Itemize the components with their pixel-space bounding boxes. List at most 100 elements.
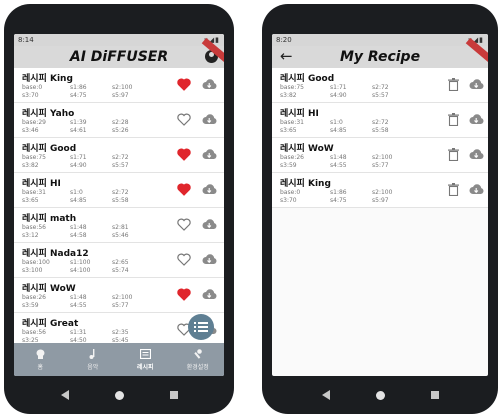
system-recents-icon[interactable] <box>430 391 439 399</box>
recipe-list-item[interactable]: 레시피 Good base:75 s1:71 s2:72 s3:82 s4:90 s5:57 <box>272 68 488 103</box>
heart-outline-icon[interactable] <box>177 218 191 231</box>
value-s5: s5:74 <box>112 267 129 274</box>
value-base: base:31 <box>22 189 46 196</box>
status-time: 8:14 <box>18 36 34 44</box>
trash-icon[interactable] <box>448 113 459 126</box>
recipe-list-item[interactable]: 레시피 Nada12 base:100 s1:100 s2:65 s3:100 s4:10… <box>14 243 224 278</box>
heart-filled-icon[interactable] <box>177 78 191 91</box>
value-s3: s3:65 <box>22 197 39 204</box>
nav-tab-home[interactable]: 홈 <box>14 343 67 376</box>
cloud-download-icon[interactable] <box>201 149 217 160</box>
value-s3: s3:12 <box>22 232 39 239</box>
recipe-name: 레시피 King <box>22 74 73 84</box>
app-title: My Recipe <box>339 49 421 65</box>
nav-label-music: 음악 <box>87 363 99 371</box>
system-home-icon[interactable] <box>375 390 385 400</box>
cloud-download-icon[interactable] <box>201 184 217 195</box>
system-back-icon[interactable] <box>60 390 69 400</box>
recipe-list: 레시피 King base:0 s1:86 s2:100 s3:70 s4:75 s5:97… <box>14 68 224 348</box>
app-bar: ← My Recipe <box>272 37 488 68</box>
heart-filled-icon[interactable] <box>177 288 191 301</box>
cloud-download-icon[interactable] <box>468 114 484 125</box>
list-icon <box>194 322 208 332</box>
cloud-download-icon[interactable] <box>201 289 217 300</box>
value-s5: s5:58 <box>372 127 389 134</box>
trash-icon[interactable] <box>448 148 459 161</box>
cloud-download-icon[interactable] <box>201 219 217 230</box>
recipe-list-screen: 8:14 ▾◢▮ AI DiFFUSER 레시피 King base:0 s1:86… <box>14 34 224 376</box>
value-s1: s1:86 <box>330 189 347 196</box>
value-s3: s3:82 <box>280 92 297 99</box>
value-s2: s2:65 <box>112 259 129 266</box>
heart-outline-icon[interactable] <box>177 113 191 126</box>
recipe-list-item[interactable]: 레시피 King base:0 s1:86 s2:100 s3:70 s4:75 s5:97 <box>14 68 224 103</box>
value-s2: s2:72 <box>372 119 389 126</box>
value-s3: s3:65 <box>280 127 297 134</box>
nav-tab-recipe[interactable]: 레시피 <box>119 343 172 376</box>
cloud-download-icon[interactable] <box>468 149 484 160</box>
value-base: base:56 <box>22 224 46 231</box>
recipe-list-item[interactable]: 레시피 HI base:31 s1:0 s2:72 s3:65 s4:85 s5:58 <box>272 103 488 138</box>
heart-outline-icon[interactable] <box>177 253 191 266</box>
trash-icon[interactable] <box>448 183 459 196</box>
system-back-icon[interactable] <box>321 390 330 400</box>
value-s5: s5:26 <box>112 127 129 134</box>
system-recents-icon[interactable] <box>169 391 178 399</box>
recipe-list-item[interactable]: 레시피 WoW base:26 s1:48 s2:100 s3:59 s4:55 s5:77 <box>272 138 488 173</box>
home-icon <box>36 349 45 359</box>
my-recipe-list: 레시피 Good base:75 s1:71 s2:72 s3:82 s4:90 s5:57… <box>272 68 488 208</box>
app-bar: AI DiFFUSER <box>14 37 224 68</box>
nav-tab-music[interactable]: 음악 <box>67 343 120 376</box>
value-s1: s1:48 <box>330 154 347 161</box>
value-s2: s2:100 <box>372 189 393 196</box>
value-s2: s2:81 <box>112 224 129 231</box>
value-s5: s5:58 <box>112 197 129 204</box>
phone-left: 8:14 ▾◢▮ AI DiFFUSER 레시피 King base:0 s1:86… <box>4 4 234 414</box>
cloud-download-icon[interactable] <box>201 79 217 90</box>
value-s4: s4:90 <box>330 92 347 99</box>
value-s1: s1:100 <box>70 259 91 266</box>
nav-tab-settings[interactable]: 환경설정 <box>172 343 225 376</box>
nav-label-settings: 환경설정 <box>186 363 209 371</box>
system-nav-bar <box>4 384 234 406</box>
cloud-download-icon[interactable] <box>201 254 217 265</box>
value-s4: s4:55 <box>330 162 347 169</box>
back-arrow-icon[interactable]: ← <box>280 47 293 65</box>
recipe-name: 레시피 HI <box>22 179 61 189</box>
value-s4: s4:61 <box>70 127 87 134</box>
value-s3: s3:100 <box>22 267 43 274</box>
heart-filled-icon[interactable] <box>177 183 191 196</box>
nav-label-home: 홈 <box>37 363 44 371</box>
bottom-nav: 홈 음악 레시피 환경설정 <box>14 343 224 376</box>
cloud-download-icon[interactable] <box>201 114 217 125</box>
recipe-name: 레시피 HI <box>280 109 319 119</box>
value-s4: s4:55 <box>70 302 87 309</box>
value-base: base:56 <box>22 329 46 336</box>
recipe-list-item[interactable]: 레시피 HI base:31 s1:0 s2:72 s3:65 s4:85 s5:58 <box>14 173 224 208</box>
value-s5: s5:57 <box>112 162 129 169</box>
recipe-list-item[interactable]: 레시피 math base:56 s1:48 s2:81 s3:12 s4:58 s5:46 <box>14 208 224 243</box>
cloud-download-icon[interactable] <box>468 79 484 90</box>
recipe-name: 레시피 Good <box>22 144 77 154</box>
recipe-list-item[interactable]: 레시피 WoW base:26 s1:48 s2:100 s3:59 s4:55 s5:77 <box>14 278 224 313</box>
recipe-list-item[interactable]: 레시피 Good base:75 s1:71 s2:72 s3:82 s4:90 s5:57 <box>14 138 224 173</box>
cloud-download-icon[interactable] <box>468 184 484 195</box>
status-bar: 8:14 ▾◢▮ <box>14 34 224 46</box>
system-home-icon[interactable] <box>114 390 124 400</box>
music-icon <box>89 348 95 359</box>
recipe-icon <box>139 348 151 359</box>
value-base: base:0 <box>280 189 301 196</box>
value-s1: s1:86 <box>70 84 87 91</box>
heart-filled-icon[interactable] <box>177 148 191 161</box>
recipe-list-item[interactable]: 레시피 King base:0 s1:86 s2:100 s3:70 s4:75 s5:97 <box>272 173 488 208</box>
recipe-name: 레시피 Nada12 <box>22 249 89 259</box>
value-s2: s2:28 <box>112 119 129 126</box>
value-s4: s4:90 <box>70 162 87 169</box>
value-base: base:31 <box>280 119 304 126</box>
value-s4: s4:85 <box>70 197 87 204</box>
recipe-list-item[interactable]: 레시피 Yaho base:29 s1:39 s2:28 s3:46 s4:61 s5:26 <box>14 103 224 138</box>
value-s1: s1:48 <box>70 224 87 231</box>
trash-icon[interactable] <box>448 78 459 91</box>
recipe-name: 레시피 Yaho <box>22 109 75 119</box>
list-fab-button[interactable] <box>188 314 214 340</box>
